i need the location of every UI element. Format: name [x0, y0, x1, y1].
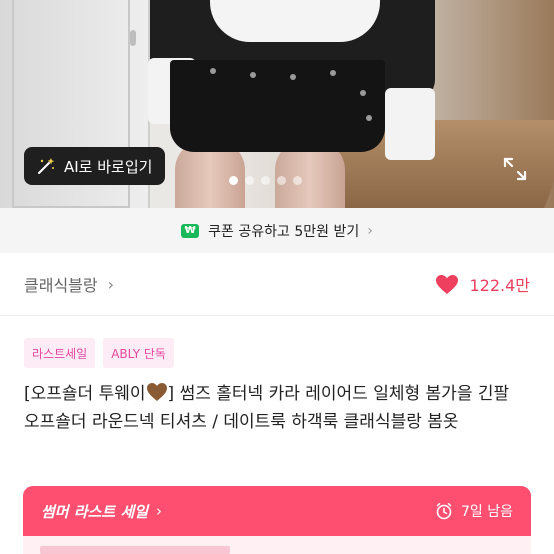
- rivet: [210, 68, 216, 74]
- sale-remaining: 7일 남음: [461, 504, 513, 520]
- chevron-right-icon: ›: [156, 502, 163, 520]
- store-link[interactable]: 클래식블랑 ›: [24, 272, 114, 296]
- won-icon: ₩: [181, 223, 200, 238]
- carousel-dot[interactable]: [277, 176, 286, 185]
- carousel-dot[interactable]: [229, 176, 238, 185]
- store-name: 클래식블랑: [24, 276, 98, 295]
- rivet: [360, 90, 366, 96]
- sale-banner[interactable]: 썸머 라스트 세일 › 7일 남음: [23, 486, 531, 536]
- store-row: 클래식블랑 › 122.4만: [0, 253, 554, 315]
- door-handle: [130, 30, 136, 46]
- sale-timer: 7일 남음: [435, 501, 513, 521]
- rivet: [330, 70, 336, 76]
- garment-collar: [210, 0, 380, 42]
- sale-label-group: 썸머 라스트 세일 ›: [41, 501, 162, 522]
- rivet: [290, 74, 296, 80]
- heart-icon: [436, 274, 459, 294]
- badge-last-sale: 라스트세일: [24, 338, 96, 368]
- carousel-dot[interactable]: [261, 176, 270, 185]
- ai-try-on-label: AI로 바로입기: [64, 157, 153, 176]
- ai-try-on-button[interactable]: AI로 바로입기: [24, 147, 165, 185]
- alarm-clock-icon: [436, 502, 452, 520]
- like-button[interactable]: 122.4만: [435, 272, 530, 296]
- rivet: [250, 72, 256, 78]
- carousel-indicator: [229, 176, 302, 185]
- sale-label: 썸머 라스트 세일: [41, 502, 149, 521]
- product-title-part1: [오프숄더 투웨이: [24, 384, 146, 404]
- coupon-text: 쿠폰 공유하고 5만원 받기: [208, 223, 360, 240]
- garment-shorts: [170, 60, 385, 152]
- garment-cuff-right: [385, 88, 435, 160]
- expand-icon[interactable]: [501, 155, 529, 183]
- product-image[interactable]: AI로 바로입기: [0, 0, 554, 208]
- carousel-dot[interactable]: [293, 176, 302, 185]
- carousel-dot[interactable]: [245, 176, 254, 185]
- magic-wand-icon: [38, 158, 55, 174]
- chevron-right-icon: ›: [367, 222, 373, 239]
- coupon-share-banner[interactable]: ₩ 쿠폰 공유하고 5만원 받기 ›: [0, 208, 554, 253]
- like-count: 122.4만: [469, 276, 530, 295]
- chevron-right-icon: ›: [107, 274, 115, 294]
- section-divider: [0, 315, 554, 316]
- rivet: [366, 115, 372, 121]
- product-title: [오프숄더 투웨이] 썸즈 홀터넥 카라 레이어드 일체형 봄가을 긴팔 오프숄…: [24, 380, 534, 436]
- brown-heart-icon: [146, 383, 167, 401]
- sale-price-placeholder: [40, 546, 230, 554]
- product-badges: 라스트세일 ABLY 단독: [24, 338, 174, 368]
- badge-ably-exclusive: ABLY 단독: [103, 338, 174, 368]
